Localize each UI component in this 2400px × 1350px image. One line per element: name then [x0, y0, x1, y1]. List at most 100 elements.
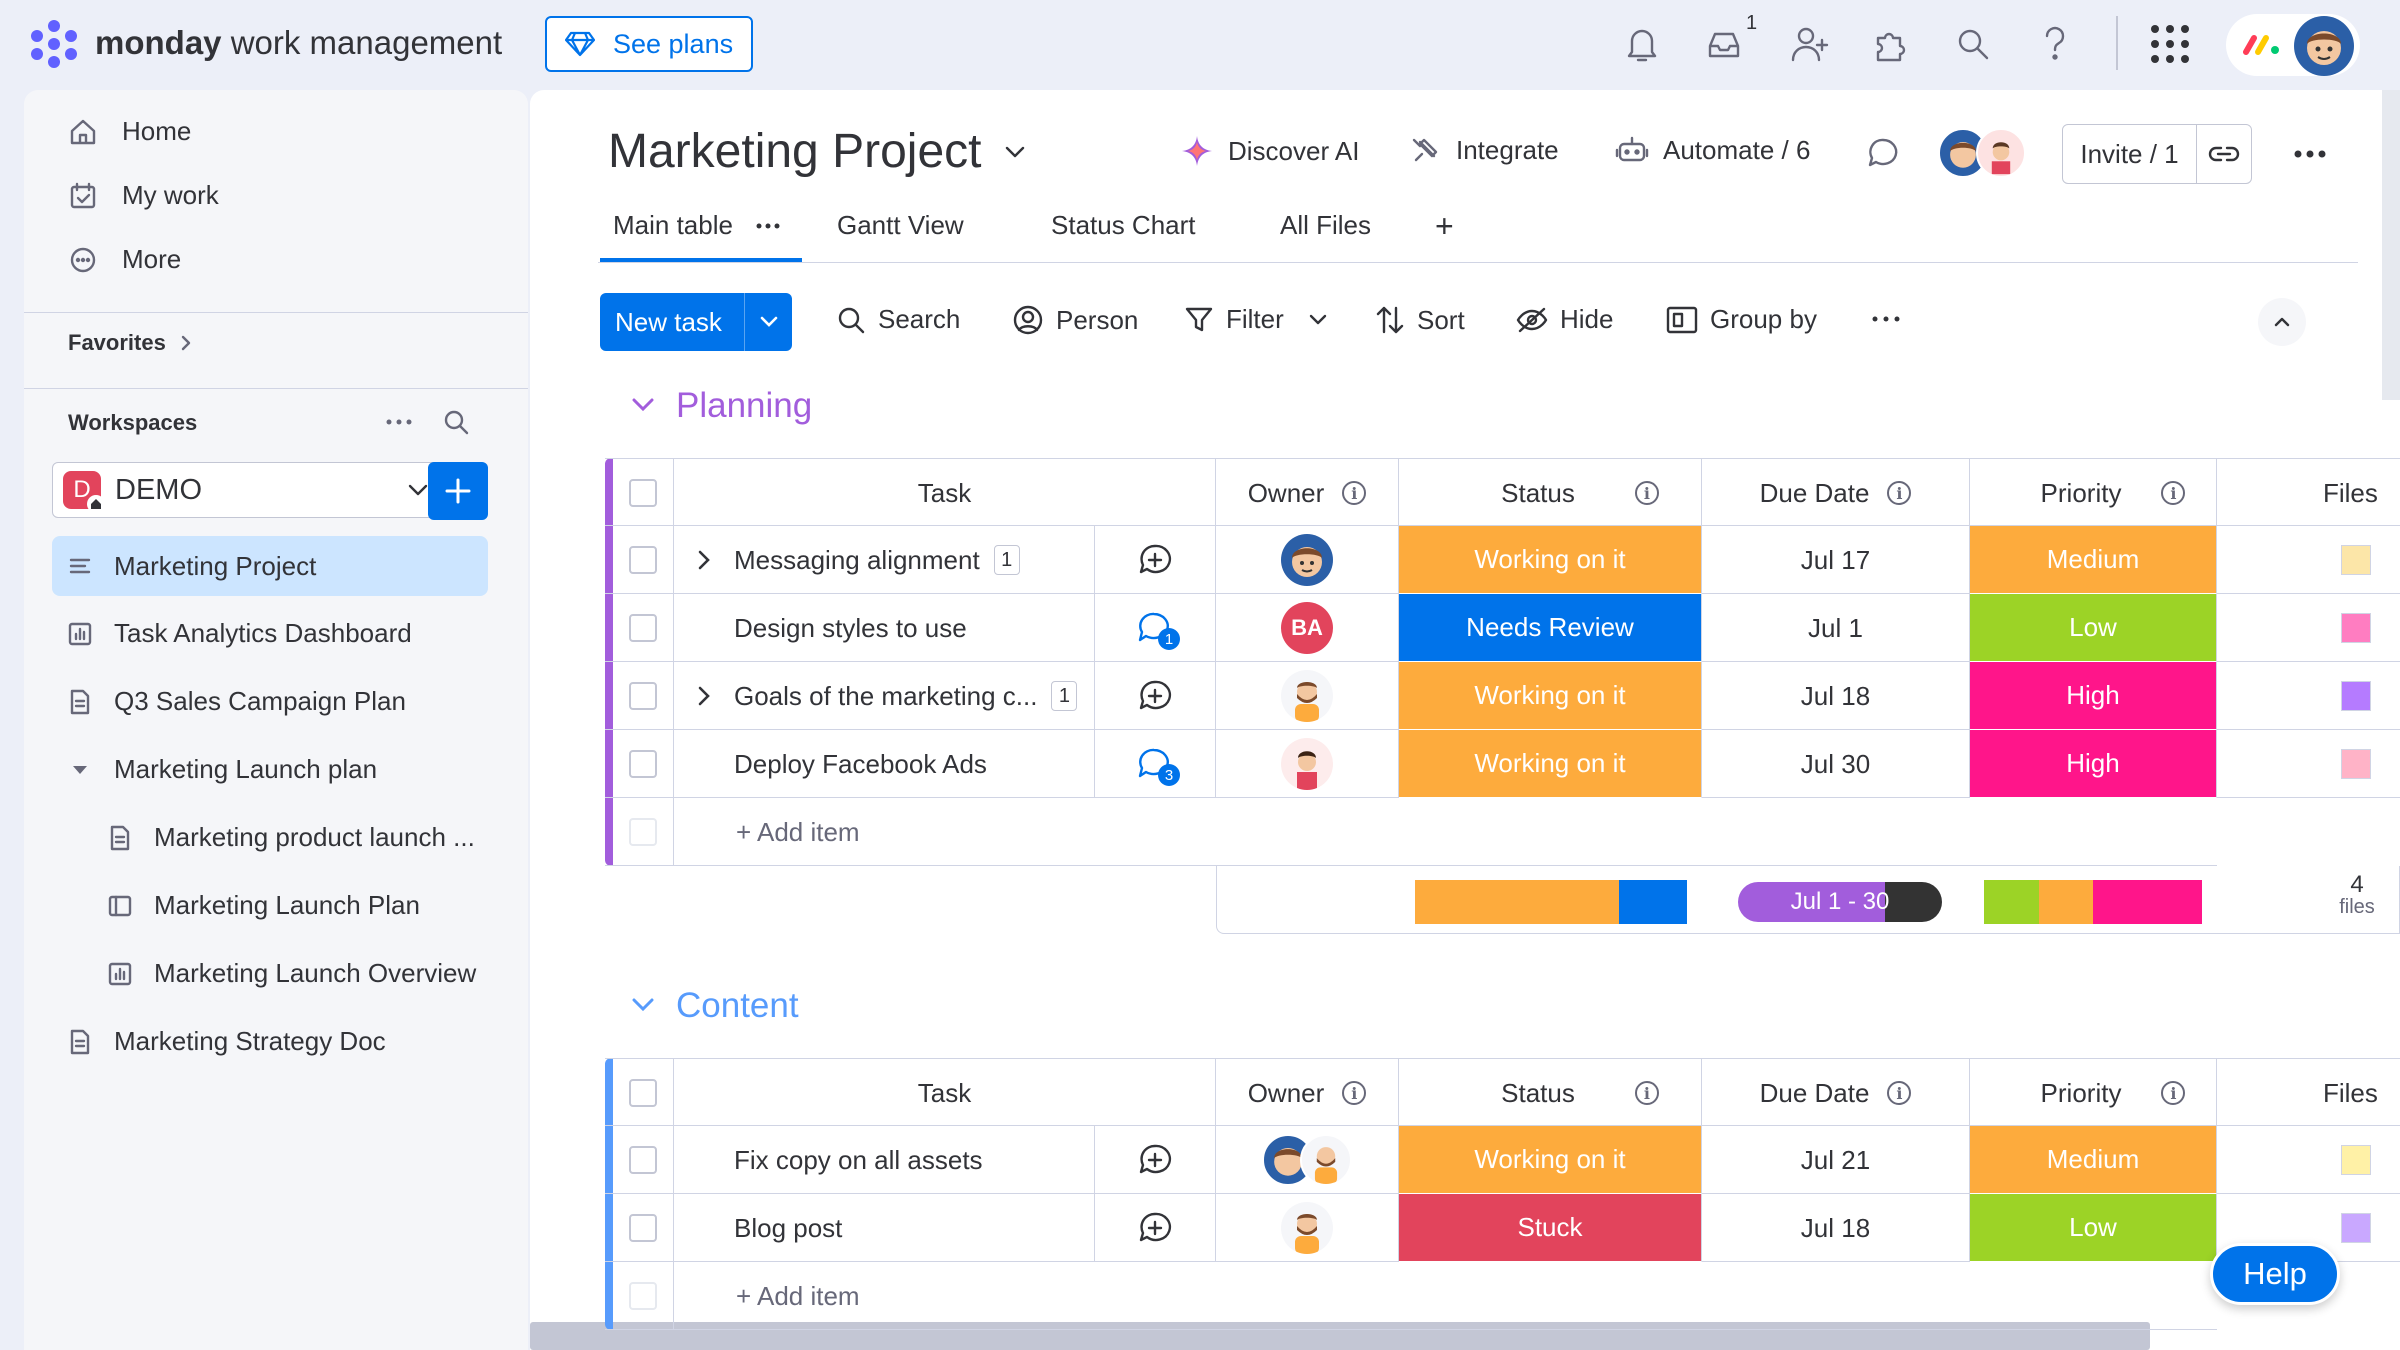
files-cell[interactable]	[2217, 594, 2400, 662]
table-row[interactable]: Design styles to use 1 BA Needs Review Jul 1…	[605, 594, 2400, 662]
priority-cell[interactable]: High	[1970, 730, 2217, 798]
header-task[interactable]: Task	[674, 459, 1216, 527]
updates-chat-icon[interactable]	[1866, 136, 1900, 170]
discover-ai-button[interactable]: Discover AI	[1180, 134, 1360, 168]
header-files[interactable]: Files	[2217, 459, 2400, 527]
sidebar-folder-marketing-launch[interactable]: Marketing Launch plan	[68, 754, 377, 785]
info-icon[interactable]: i	[1634, 481, 1659, 505]
copy-link-button[interactable]	[2197, 125, 2251, 183]
brand-name[interactable]: monday work management	[95, 24, 502, 62]
invite-button[interactable]: Invite / 1	[2063, 125, 2197, 183]
expand-subitems-icon[interactable]	[692, 548, 716, 572]
bell-icon[interactable]	[1624, 24, 1660, 64]
subitem-count[interactable]: 1	[1051, 681, 1078, 711]
sidebar-item-marketing-project[interactable]: Marketing Project	[52, 536, 488, 596]
collapse-header-button[interactable]	[2258, 298, 2306, 346]
subitem-count[interactable]: 1	[993, 545, 1020, 575]
file-thumbnail[interactable]	[2341, 545, 2371, 575]
row-checkbox[interactable]	[629, 614, 657, 642]
header-owner[interactable]: Owner i	[1216, 1059, 1399, 1127]
integrate-button[interactable]: Integrate	[1410, 134, 1559, 166]
group-title[interactable]: Planning	[676, 386, 812, 426]
priority-cell[interactable]: Medium	[1970, 1126, 2217, 1194]
user-avatar[interactable]	[2294, 16, 2354, 76]
files-summary[interactable]: 4 files	[2327, 873, 2387, 919]
row-checkbox[interactable]	[629, 682, 657, 710]
row-checkbox[interactable]	[629, 546, 657, 574]
monday-logo-icon[interactable]	[28, 18, 80, 68]
add-view-button[interactable]: +	[1435, 208, 1454, 245]
workspace-search-icon[interactable]	[442, 408, 470, 436]
table-row[interactable]: Blog post Stuck Jul 18 Low	[605, 1194, 2400, 1262]
sidebar-item-launch-plan[interactable]: Marketing Launch Plan	[108, 890, 420, 921]
table-row[interactable]: Goals of the marketing c... 1 Working on i…	[605, 662, 2400, 730]
task-cell[interactable]: Deploy Facebook Ads	[674, 730, 1095, 798]
owner-cell[interactable]	[1216, 1126, 1399, 1194]
sidebar-item-strategy-doc[interactable]: Marketing Strategy Doc	[68, 1026, 386, 1057]
due-date-cell[interactable]: Jul 18	[1702, 1194, 1970, 1262]
filter-button[interactable]: Filter	[1184, 304, 1328, 335]
files-cell[interactable]	[2217, 662, 2400, 730]
conversation-cell[interactable]	[1095, 526, 1216, 594]
conversation-cell[interactable]: 1	[1095, 594, 1216, 662]
group-title[interactable]: Content	[676, 986, 799, 1026]
sidebar-item-task-analytics[interactable]: Task Analytics Dashboard	[68, 618, 412, 649]
vertical-scrollbar[interactable]	[2382, 90, 2400, 400]
info-icon[interactable]: i	[2161, 1081, 2186, 1105]
row-checkbox[interactable]	[629, 1214, 657, 1242]
header-status[interactable]: Status i	[1399, 459, 1702, 527]
header-priority[interactable]: Priority i	[1970, 1059, 2217, 1127]
board-title[interactable]: Marketing Project	[608, 124, 1027, 179]
tab-main-table[interactable]: Main table	[613, 210, 781, 241]
header-priority[interactable]: Priority i	[1970, 459, 2217, 527]
table-row[interactable]: Deploy Facebook Ads 3 Working on it Jul 30 H…	[605, 730, 2400, 798]
status-cell[interactable]: Working on it	[1399, 1126, 1702, 1194]
new-task-dropdown[interactable]	[744, 293, 792, 351]
nav-my-work[interactable]: My work	[68, 180, 219, 211]
conversation-cell[interactable]	[1095, 662, 1216, 730]
board-members[interactable]	[1938, 128, 2026, 178]
new-task-button[interactable]: New task	[600, 293, 792, 351]
row-checkbox[interactable]	[629, 750, 657, 778]
group-collapse-toggle[interactable]	[630, 396, 656, 414]
info-icon[interactable]: i	[1634, 1081, 1659, 1105]
header-status[interactable]: Status i	[1399, 1059, 1702, 1127]
header-due-date[interactable]: Due Date i	[1702, 1059, 1970, 1127]
status-cell[interactable]: Stuck	[1399, 1194, 1702, 1262]
tab-status-chart[interactable]: Status Chart	[1051, 210, 1196, 241]
priority-cell[interactable]: Low	[1970, 1194, 2217, 1262]
person-filter-button[interactable]: Person	[1012, 304, 1138, 336]
priority-summary-bar[interactable]	[1984, 880, 2202, 924]
header-task[interactable]: Task	[674, 1059, 1216, 1127]
tab-gantt-view[interactable]: Gantt View	[837, 210, 964, 241]
due-date-cell[interactable]: Jul 21	[1702, 1126, 1970, 1194]
group-collapse-toggle[interactable]	[630, 996, 656, 1014]
info-icon[interactable]: i	[2161, 481, 2186, 505]
task-cell[interactable]: Fix copy on all assets	[674, 1126, 1095, 1194]
conversation-cell[interactable]	[1095, 1126, 1216, 1194]
conversation-cell[interactable]	[1095, 1194, 1216, 1262]
sidebar-item-launch-overview[interactable]: Marketing Launch Overview	[108, 958, 476, 989]
priority-cell[interactable]: Low	[1970, 594, 2217, 662]
files-cell[interactable]	[2217, 526, 2400, 594]
help-button[interactable]: Help	[2210, 1243, 2340, 1305]
header-files[interactable]: Files	[2217, 1059, 2400, 1127]
info-icon[interactable]: i	[1342, 481, 1367, 505]
invite-members-icon[interactable]	[1790, 24, 1830, 64]
header-due-date[interactable]: Due Date i	[1702, 459, 1970, 527]
file-thumbnail[interactable]	[2341, 1145, 2371, 1175]
apps-puzzle-icon[interactable]	[1870, 24, 1910, 64]
files-cell[interactable]	[2217, 1126, 2400, 1194]
automate-button[interactable]: Automate / 6	[1615, 134, 1810, 166]
task-cell[interactable]: Design styles to use	[674, 594, 1095, 662]
sort-button[interactable]: Sort	[1375, 304, 1465, 336]
status-cell[interactable]: Working on it	[1399, 526, 1702, 594]
sidebar-item-product-launch[interactable]: Marketing product launch ...	[108, 822, 475, 853]
select-all-checkbox[interactable]	[629, 479, 657, 507]
add-item-input[interactable]: + Add item	[674, 798, 1474, 866]
files-cell[interactable]	[2217, 730, 2400, 798]
app-grid-icon[interactable]	[2150, 24, 2190, 64]
task-cell[interactable]: Blog post	[674, 1194, 1095, 1262]
tab-options-icon[interactable]	[755, 219, 781, 233]
favorites-section[interactable]: Favorites	[68, 330, 192, 356]
